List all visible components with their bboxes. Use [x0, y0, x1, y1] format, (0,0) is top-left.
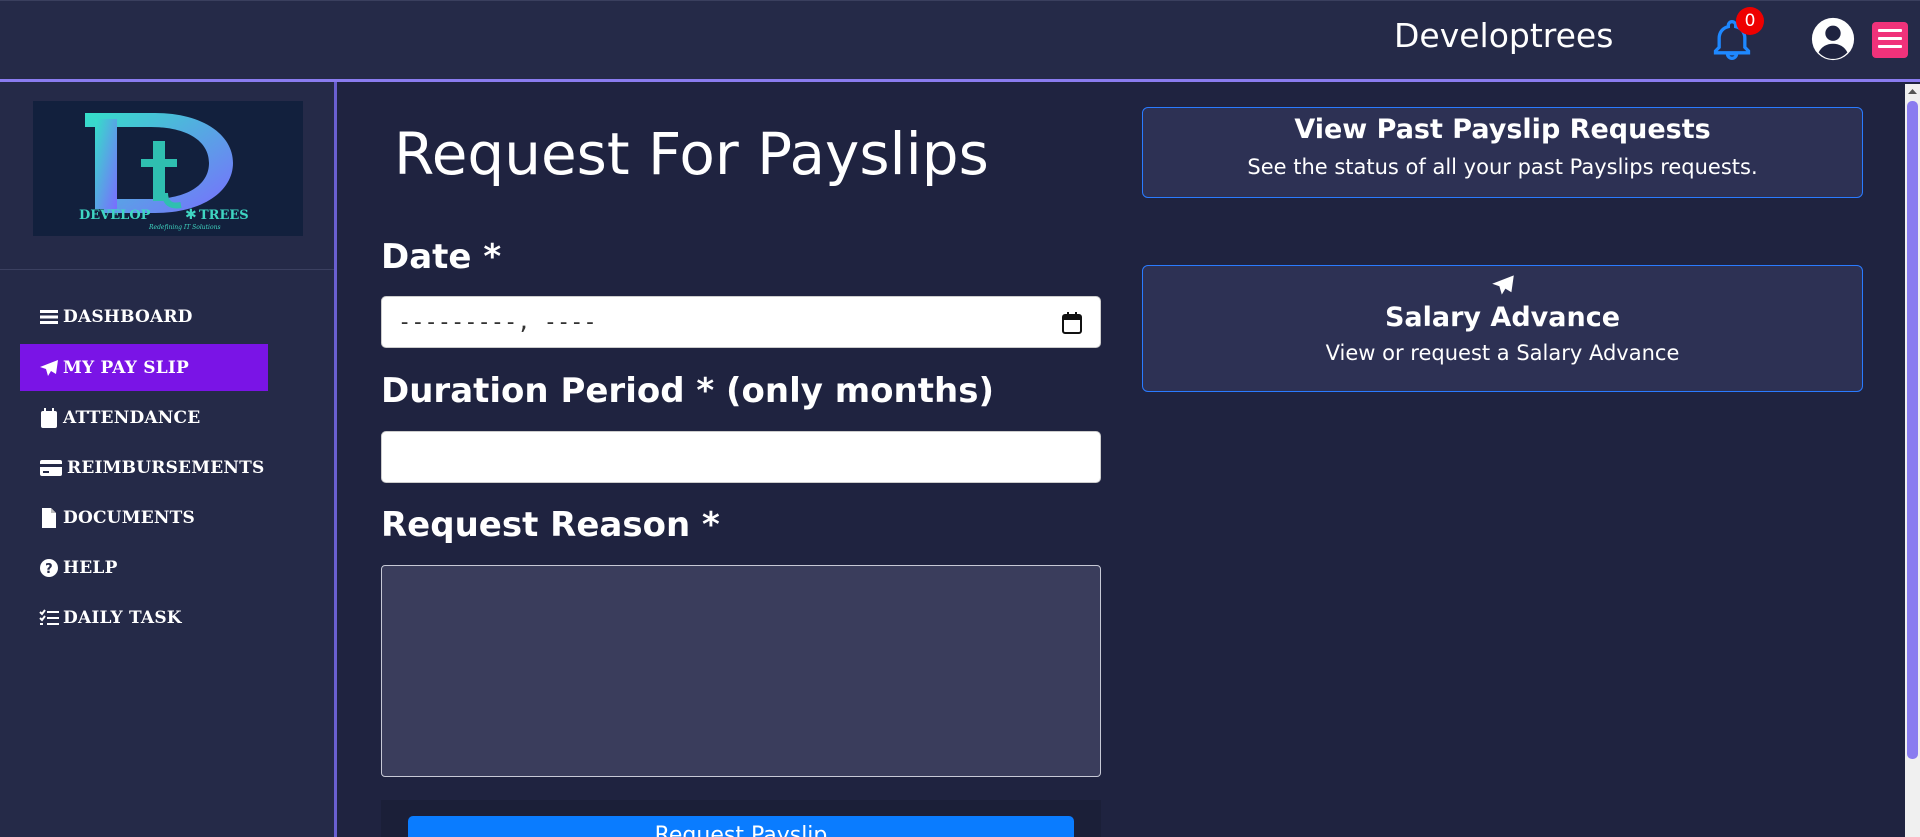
sidebar-item-label: DOCUMENTS — [63, 507, 195, 528]
sidebar-item-my-pay-slip[interactable]: MY PAY SLIP — [20, 344, 268, 391]
top-bar — [0, 0, 1920, 82]
company-logo[interactable]: DEVELOP TREES ✱ Redefining IT Solutions — [33, 101, 303, 236]
date-input[interactable]: ---------, ---- — [381, 296, 1101, 348]
request-payslip-button[interactable]: Request Payslip — [408, 816, 1074, 837]
calendar-picker-icon[interactable] — [1062, 312, 1082, 334]
sidebar-item-label: ATTENDANCE — [63, 407, 201, 428]
menu-line — [1878, 37, 1902, 40]
menu-line — [1878, 29, 1902, 32]
svg-text:✱: ✱ — [185, 207, 197, 223]
date-label: Date * — [381, 237, 502, 277]
reason-textarea[interactable] — [381, 565, 1101, 777]
credit-card-icon — [39, 458, 63, 478]
card-description: See the status of all your past Payslips… — [1247, 155, 1758, 179]
file-icon — [39, 507, 59, 528]
calendar-icon — [39, 407, 59, 428]
duration-label: Duration Period * (only months) — [381, 371, 994, 411]
sidebar-item-label: DASHBOARD — [63, 306, 193, 327]
duration-input[interactable] — [381, 431, 1101, 483]
menu-button[interactable] — [1872, 22, 1908, 58]
salary-advance-card[interactable]: Salary Advance View or request a Salary … — [1142, 265, 1863, 392]
svg-text:DEVELOP: DEVELOP — [79, 208, 151, 223]
paper-plane-icon — [39, 358, 59, 378]
sidebar-item-help[interactable]: ? HELP — [20, 544, 268, 591]
paper-plane-icon — [1491, 275, 1514, 295]
user-avatar-icon[interactable] — [1810, 16, 1856, 62]
date-placeholder: ---------, ---- — [398, 309, 597, 335]
sidebar-item-reimbursements[interactable]: REIMBURSEMENTS — [20, 444, 268, 491]
scroll-up-arrow-icon[interactable] — [1907, 86, 1918, 97]
svg-text:TREES: TREES — [199, 208, 249, 223]
question-circle-icon: ? — [39, 558, 59, 578]
sidebar-item-daily-task[interactable]: DAILY TASK — [20, 594, 268, 641]
sidebar-divider — [0, 269, 334, 270]
sidebar-item-label: HELP — [63, 557, 118, 578]
scrollbar-thumb[interactable] — [1907, 101, 1918, 759]
bars-icon — [39, 307, 59, 327]
menu-line — [1878, 45, 1902, 48]
list-check-icon — [39, 608, 59, 628]
sidebar-item-label: REIMBURSEMENTS — [67, 457, 265, 478]
svg-text:Redefining IT Solutions: Redefining IT Solutions — [148, 224, 221, 231]
sidebar-item-label: DAILY TASK — [63, 607, 182, 628]
sidebar-item-dashboard[interactable]: DASHBOARD — [20, 293, 268, 340]
card-title: View Past Payslip Requests — [1294, 114, 1711, 145]
brand-title: Developtrees — [1394, 16, 1614, 55]
card-title: Salary Advance — [1384, 302, 1621, 333]
svg-text:?: ? — [45, 562, 53, 577]
sidebar-item-documents[interactable]: DOCUMENTS — [20, 494, 268, 541]
card-description: View or request a Salary Advance — [1325, 341, 1680, 365]
page-title: Request For Payslips — [394, 120, 989, 188]
sidebar-item-label: MY PAY SLIP — [63, 357, 189, 378]
sidebar-item-attendance[interactable]: ATTENDANCE — [20, 394, 268, 441]
reason-label: Request Reason * — [381, 505, 720, 545]
notification-badge: 0 — [1736, 7, 1764, 35]
past-payslip-requests-card[interactable]: View Past Payslip Requests See the statu… — [1142, 107, 1863, 198]
